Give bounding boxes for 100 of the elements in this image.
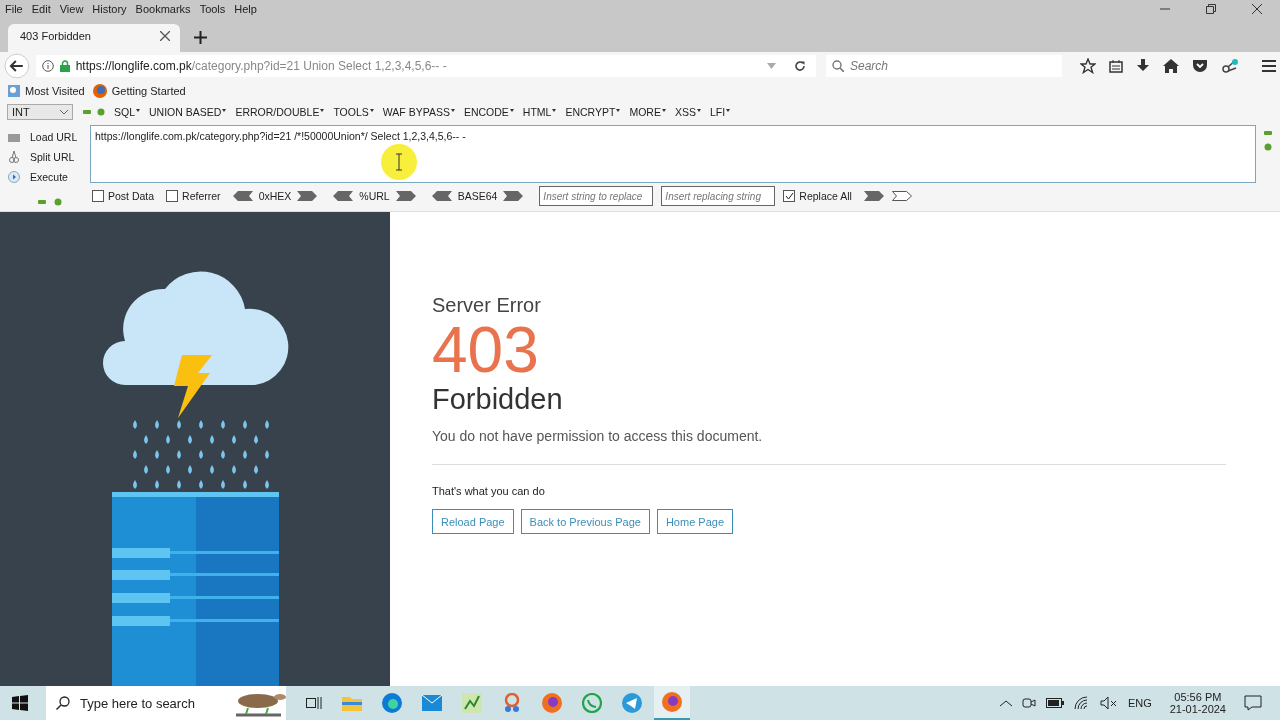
- windows-start-icon[interactable]: [12, 695, 28, 711]
- back-icon[interactable]: [4, 52, 30, 79]
- extension-icon[interactable]: [1221, 57, 1239, 74]
- left-arrow-icon[interactable]: [333, 191, 354, 202]
- battery-icon[interactable]: [1045, 698, 1064, 708]
- execute-icon: [8, 171, 20, 184]
- firefox-taskbar-button[interactable]: [654, 686, 690, 720]
- minus-icon[interactable]: [83, 110, 91, 115]
- hackbar-menu[interactable]: LFI: [709, 106, 731, 119]
- info-icon[interactable]: [41, 59, 54, 72]
- hackbar-menu[interactable]: UNION BASED: [149, 106, 227, 119]
- hackbar-menu[interactable]: XSS: [674, 106, 701, 119]
- minus-icon[interactable]: [1264, 131, 1272, 136]
- close-icon[interactable]: [1252, 3, 1262, 14]
- hackbar-action[interactable]: Load URL: [30, 131, 78, 144]
- hackbar-menu[interactable]: HTML: [522, 106, 557, 119]
- page-button[interactable]: Reload Page: [432, 509, 514, 534]
- search-field[interactable]: Search: [826, 54, 1062, 77]
- cursor-highlight: [380, 143, 418, 182]
- reading-list-icon[interactable]: [1109, 58, 1123, 73]
- telegram-icon[interactable]: [622, 693, 642, 713]
- spreadsheet-icon[interactable]: [462, 693, 482, 713]
- pocket-icon[interactable]: [1192, 58, 1208, 73]
- error-message: You do not have permission to access this document.: [432, 428, 764, 444]
- hackbar-action[interactable]: Split URL: [30, 151, 75, 164]
- checkbox-label: Referrer: [182, 190, 221, 203]
- type-select[interactable]: INT: [7, 104, 73, 121]
- right-arrow-icon[interactable]: [503, 191, 524, 202]
- page-button[interactable]: Home Page: [656, 509, 733, 534]
- hackbar-menu[interactable]: SQL: [114, 106, 140, 119]
- error-heading: Forbidden: [432, 383, 564, 416]
- clock-time[interactable]: 05:56 PM: [1174, 691, 1222, 703]
- hackbar-action[interactable]: Execute: [30, 171, 68, 184]
- paint-icon[interactable]: [502, 693, 522, 713]
- close-icon[interactable]: [160, 30, 170, 41]
- taskbar-search-field[interactable]: Type here to search: [46, 686, 286, 720]
- left-arrow-icon[interactable]: [232, 191, 253, 202]
- menu-item[interactable]: Edit: [31, 2, 56, 15]
- wifi-icon[interactable]: [1073, 696, 1090, 710]
- menu-item[interactable]: Bookmarks: [135, 2, 196, 15]
- new-tab-icon[interactable]: [194, 30, 207, 44]
- checkbox[interactable]: [92, 190, 104, 203]
- edge-browser-icon[interactable]: [382, 693, 402, 713]
- caret-icon: [509, 109, 514, 113]
- home-icon[interactable]: [1163, 58, 1179, 73]
- caret-icon: [726, 109, 731, 113]
- browser-tab[interactable]: 403 Forbidden: [8, 23, 180, 52]
- menu-item[interactable]: Help: [234, 2, 262, 15]
- bookmark-item[interactable]: Getting Started: [92, 83, 186, 98]
- checkbox-label: Replace All: [799, 190, 852, 203]
- encoder-label: 0xHEX: [258, 190, 292, 203]
- caret-icon: [552, 109, 557, 113]
- muted-speaker-icon[interactable]: [1099, 696, 1118, 710]
- menu-item[interactable]: History: [92, 2, 132, 15]
- minus-icon[interactable]: [38, 200, 46, 205]
- menu-item[interactable]: File: [5, 2, 28, 15]
- mail-icon[interactable]: [422, 695, 442, 711]
- menu-item[interactable]: View: [59, 2, 89, 15]
- bookmark-item[interactable]: Most Visited: [8, 84, 85, 97]
- right-arrow-icon[interactable]: [395, 191, 416, 202]
- hackbar-menu[interactable]: ENCRYPT: [565, 106, 621, 119]
- caret-icon: [616, 109, 621, 113]
- chevron-up-icon[interactable]: [999, 699, 1012, 707]
- right-arrow-icon[interactable]: [891, 191, 912, 202]
- replacing-field[interactable]: Insert replacing string: [661, 186, 776, 207]
- folder-icon[interactable]: [342, 695, 362, 711]
- download-icon[interactable]: [1136, 58, 1150, 73]
- section-label: That's what you can do: [432, 485, 546, 497]
- hackbar-menu[interactable]: MORE: [629, 106, 666, 119]
- chevron-icon: [60, 109, 68, 115]
- firefox-icon[interactable]: [542, 693, 562, 713]
- star-icon[interactable]: [1080, 57, 1096, 74]
- caret-icon: [450, 109, 455, 113]
- page-button[interactable]: Back to Previous Page: [520, 509, 650, 534]
- right-arrow-icon[interactable]: [297, 191, 318, 202]
- task-view-icon[interactable]: [306, 696, 322, 710]
- hackbar-menu[interactable]: ERROR/DOUBLE: [235, 106, 325, 119]
- split-icon: [8, 151, 20, 164]
- plus-icon[interactable]: [1264, 143, 1272, 152]
- menu-icon[interactable]: [1262, 59, 1276, 72]
- plus-icon[interactable]: [54, 198, 62, 207]
- right-arrow-icon[interactable]: [863, 191, 884, 202]
- left-arrow-icon[interactable]: [431, 191, 452, 202]
- plus-icon[interactable]: [97, 108, 105, 117]
- hackbar-menu[interactable]: ENCODE: [463, 106, 514, 119]
- url-text-area[interactable]: https://longlife.com.pk/category.php?id=21 /*!50000Union*/ Select 1,2,3,4,5,6-- -: [90, 125, 1256, 184]
- language-indicator[interactable]: ENG: [1127, 697, 1152, 709]
- firefox-icon: [662, 692, 682, 712]
- restore-icon[interactable]: [1206, 3, 1216, 14]
- clock-date[interactable]: 21-01-2024: [1169, 703, 1226, 715]
- error-code: 403: [432, 317, 540, 383]
- hackbar-menu[interactable]: WAF BYPASS: [382, 106, 455, 119]
- checkbox[interactable]: [783, 190, 796, 203]
- replace-field[interactable]: Insert string to replace: [539, 186, 654, 207]
- hackbar-menu[interactable]: TOOLS: [333, 106, 374, 119]
- menu-item[interactable]: Tools: [199, 2, 231, 15]
- checkbox[interactable]: [166, 190, 179, 203]
- reload-icon[interactable]: [794, 59, 806, 72]
- notification-icon[interactable]: [1244, 695, 1262, 711]
- meet-icon[interactable]: [1021, 696, 1036, 710]
